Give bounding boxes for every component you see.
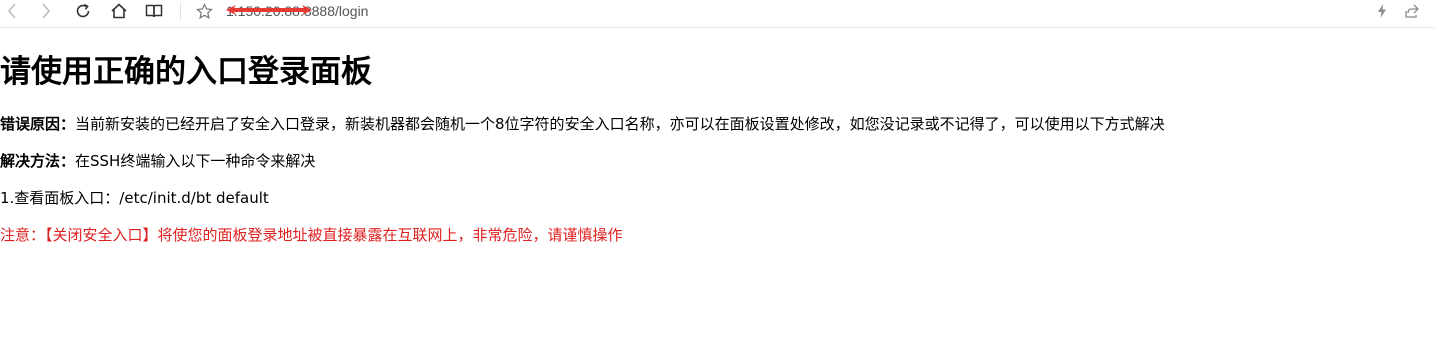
redaction-marker xyxy=(226,5,312,15)
solution-label: 解决方法： xyxy=(0,152,76,170)
solution: 解决方法：在SSH终端输入以下一种命令来解决 xyxy=(0,151,315,171)
error-label: 错误原因： xyxy=(0,115,76,133)
lightning-icon[interactable] xyxy=(1374,0,1390,22)
warning-text: 注意：【关闭安全入口】将使您的面板登录地址被直接暴露在互联网上，非常危险，请谨慎… xyxy=(0,226,623,244)
reload-icon[interactable] xyxy=(72,0,94,22)
reader-mode-icon[interactable] xyxy=(143,0,165,22)
browser-toolbar: 1.150.20.88:8888/login xyxy=(0,0,1435,28)
home-icon[interactable] xyxy=(108,0,130,22)
back-arrow-icon[interactable] xyxy=(2,0,22,22)
error-text: 当前新安装的已经开启了安全入口登录，新装机器都会随机一个8位字符的安全入口名称，… xyxy=(75,115,1165,133)
solution-text: 在SSH终端输入以下一种命令来解决 xyxy=(75,152,316,170)
page-title: 请使用正确的入口登录面板 xyxy=(0,54,372,90)
error-reason: 错误原因：当前新安装的已经开启了安全入口登录，新装机器都会随机一个8位字符的安全… xyxy=(0,114,1165,134)
address-separator xyxy=(180,3,181,20)
step-1: 1.查看面板入口：/etc/init.d/bt default xyxy=(0,189,269,207)
forward-arrow-icon[interactable] xyxy=(36,0,56,22)
share-icon[interactable] xyxy=(1403,0,1421,22)
star-icon[interactable] xyxy=(194,0,214,22)
